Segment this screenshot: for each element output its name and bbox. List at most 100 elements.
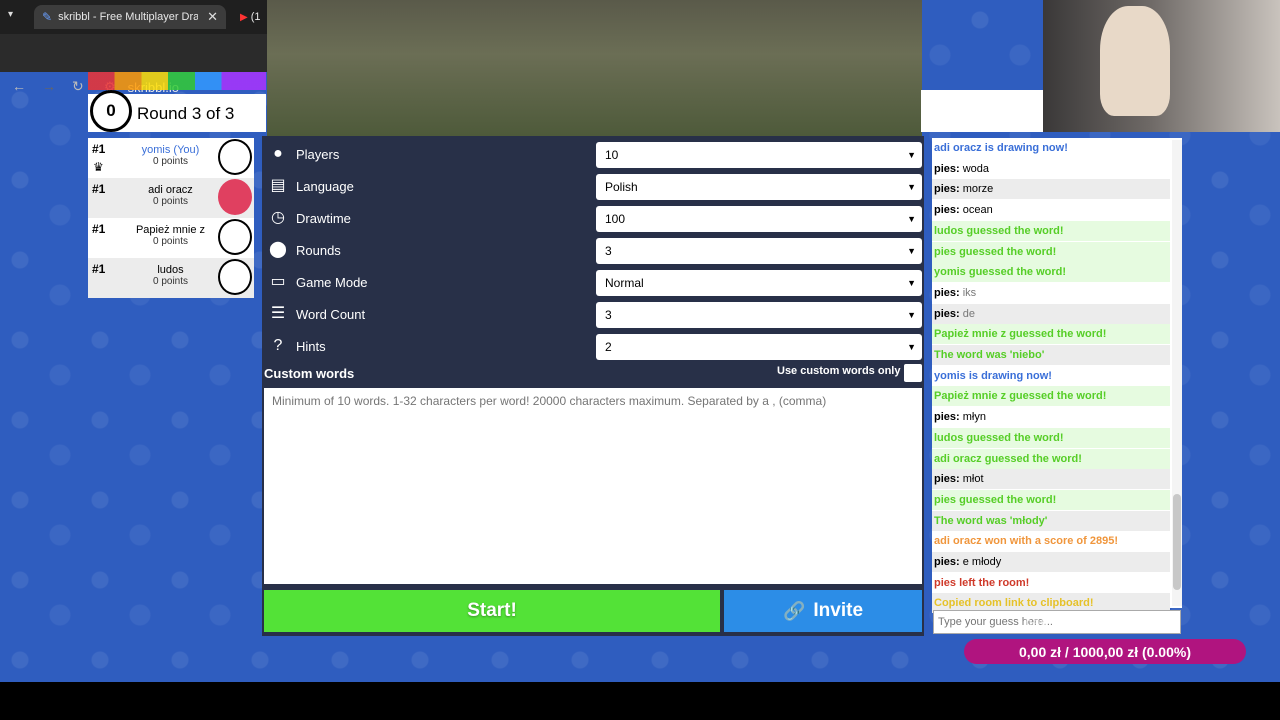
donation-text: 0,00 zł / 1000,00 zł (0.00%)	[1019, 643, 1191, 660]
chat-message: pies guessed the word!	[932, 489, 1170, 510]
player-points: 0 points	[152, 196, 189, 207]
setting-row-drawtime: ◷ Drawtime 100 ▼	[262, 202, 924, 234]
chat-text: pies guessed the word!	[934, 245, 1057, 258]
setting-label: Language	[296, 179, 354, 194]
wordcount-select[interactable]: 3 ▼	[596, 302, 922, 328]
chat-message: adi oracz won with a score of 2895!	[932, 531, 1170, 551]
select-value: 3	[605, 244, 612, 258]
player-row[interactable]: #1 adi oracz 0 points	[88, 178, 254, 218]
chat-text: adi oracz won with a score of 2895!	[934, 535, 1118, 548]
chat-text: ocean	[962, 204, 993, 217]
chat-author: pies:	[934, 473, 963, 486]
wordcount-icon: ☰	[270, 305, 286, 322]
timer-clock-icon: 0	[90, 90, 132, 132]
lobby-settings-panel: ● Players 10 ▼ ▤ Language Polish ▼ ◷ Drawt…	[262, 136, 924, 636]
chat-text: de	[962, 307, 975, 320]
player-name: adi oracz	[148, 184, 193, 196]
tab-title: skribbl - Free Multiplayer Drawing & Gue…	[58, 11, 199, 23]
chat-message: pies: ocean	[932, 200, 1170, 220]
player-points: 0 points	[152, 276, 189, 287]
player-rank: #1	[92, 262, 106, 276]
select-value: Polish	[605, 180, 638, 194]
setting-row-rounds: ⬤ Rounds 3 ▼	[262, 234, 924, 266]
back-arrow-icon[interactable]: ←	[12, 78, 26, 94]
chat-text: e młody	[962, 556, 1002, 568]
player-row[interactable]: #1 ludos 0 points	[88, 258, 254, 298]
start-button[interactable]: Start!	[264, 590, 720, 632]
gamemode-icon: ▭	[270, 273, 286, 290]
chat-message: pies: iks	[932, 283, 1170, 303]
chat-text: yomis guessed the word!	[934, 266, 1067, 279]
setting-label: Rounds	[296, 243, 341, 258]
player-row[interactable]: #1 ♛ yomis (You) 0 points	[88, 138, 254, 178]
setting-label: Drawtime	[296, 211, 351, 226]
round-label: Round 3 of 3	[137, 104, 235, 123]
custom-words-label: Custom words	[264, 366, 355, 381]
chat-message: yomis guessed the word!	[932, 262, 1170, 283]
custom-words-textarea[interactable]	[264, 388, 922, 584]
rounds-icon: ⬤	[269, 241, 287, 258]
drawtime-select[interactable]: 100 ▼	[596, 206, 922, 232]
chat-text: Papież mnie z guessed the word!	[934, 390, 1107, 403]
browser-tab-skribbl[interactable]: ✎ skribbl - Free Multiplayer Drawing & G…	[34, 5, 226, 29]
setting-row-gamemode: ▭ Game Mode Normal ▼	[262, 266, 924, 298]
player-rank: #1	[92, 182, 106, 196]
chat-author: pies:	[934, 183, 963, 196]
chat-box: adi oracz is drawing now! pies: woda pies:…	[932, 138, 1182, 614]
chat-author: pies:	[934, 162, 963, 175]
custom-words-only-checkbox[interactable]	[904, 364, 922, 382]
language-select[interactable]: Polish ▼	[596, 174, 922, 200]
chat-text: iks	[962, 286, 977, 299]
browser-address-bar: ← → ↻ ⚙ skribbl.io	[0, 34, 268, 95]
chat-author: pies:	[934, 286, 963, 299]
setting-label: Word Count	[296, 307, 366, 322]
player-name: yomis (You)	[141, 144, 200, 156]
players-list: #1 ♛ yomis (You) 0 points #1 adi oracz 0…	[88, 138, 254, 298]
chat-author: pies:	[934, 307, 963, 320]
chat-message: pies: de	[932, 303, 1170, 324]
player-avatar	[218, 139, 252, 175]
chat-message: pies: młyn	[932, 407, 1170, 427]
player-row[interactable]: #1 Papież mnie z 0 points	[88, 218, 254, 258]
setting-label: Game Mode	[296, 275, 368, 290]
chat-message: ludos guessed the word!	[932, 220, 1170, 241]
select-value: 2	[605, 340, 612, 354]
chat-author: pies:	[934, 556, 963, 568]
chat-message: Papież mnie z guessed the word!	[932, 324, 1170, 345]
player-icon: ●	[273, 145, 283, 162]
chevron-down-icon: ▼	[907, 150, 916, 160]
player-rank: #1	[92, 222, 106, 236]
tab-search-chevron-icon[interactable]: ▾	[8, 9, 13, 20]
chat-message: ludos guessed the word!	[932, 427, 1170, 448]
custom-words-only-label: Use custom words only	[777, 365, 901, 377]
chat-text: Copied room link to clipboard!	[934, 597, 1094, 610]
chat-text: The word was 'młody'	[934, 514, 1048, 527]
invite-button[interactable]: 🔗 Invite	[724, 590, 922, 632]
hints-icon: ?	[273, 337, 283, 354]
chat-message: adi oracz guessed the word!	[932, 448, 1170, 469]
chat-text: adi oracz is drawing now!	[934, 142, 1068, 154]
chat-message: pies left the room!	[932, 573, 1170, 593]
chat-author: pies:	[934, 411, 963, 424]
forward-arrow-icon[interactable]: →	[42, 78, 56, 94]
setting-row-players: ● Players 10 ▼	[262, 138, 924, 170]
tab-close-icon[interactable]: ✕	[207, 9, 218, 25]
chat-text: The word was 'niebo'	[934, 349, 1045, 361]
chat-scrollbar-thumb[interactable]	[1173, 494, 1181, 590]
chat-text: ludos guessed the word!	[934, 224, 1064, 237]
chat-text: yomis is drawing now!	[934, 369, 1052, 382]
chat-text: Papież mnie z guessed the word!	[934, 328, 1107, 341]
hints-select[interactable]: 2 ▼	[596, 334, 922, 360]
invite-label: Invite	[813, 600, 864, 621]
setting-label: Players	[296, 147, 340, 162]
player-rank: #1	[92, 142, 106, 156]
player-avatar	[218, 259, 252, 295]
setting-row-hints: ? Hints 2 ▼	[262, 330, 924, 362]
rounds-select[interactable]: 3 ▼	[596, 238, 922, 264]
chat-message: adi oracz is drawing now!	[932, 138, 1170, 158]
clock-icon: ◷	[271, 209, 285, 226]
players-select[interactable]: 10 ▼	[596, 142, 922, 168]
setting-row-wordcount: ☰ Word Count 3 ▼	[262, 298, 924, 330]
reload-icon[interactable]: ↻	[72, 78, 84, 95]
gamemode-select[interactable]: Normal ▼	[596, 270, 922, 296]
